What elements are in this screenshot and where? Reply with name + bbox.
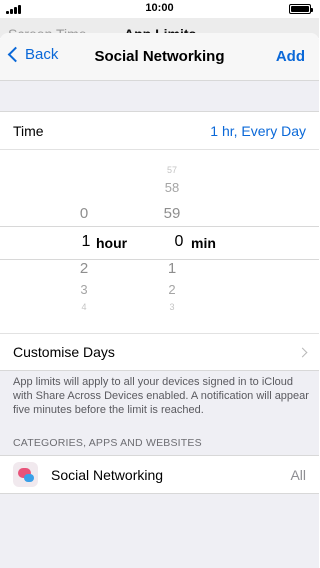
minute-option[interactable]: 1: [152, 260, 192, 277]
battery-icon: [289, 4, 313, 14]
minute-option[interactable]: 3: [152, 302, 192, 312]
categories-group: Social Networking All: [0, 455, 319, 494]
hour-option[interactable]: 2: [64, 260, 104, 277]
time-label: Time: [13, 122, 44, 139]
page-title: Social Networking: [94, 48, 225, 65]
customise-days-label: Customise Days: [13, 344, 115, 360]
minute-option[interactable]: 59: [152, 205, 192, 222]
customise-days-row[interactable]: Customise Days: [0, 333, 319, 370]
time-picker[interactable]: 0 1 hour 2 3 4 57 58 59 0 min 1 2 3: [0, 149, 319, 333]
category-row[interactable]: Social Networking All: [0, 456, 319, 493]
minute-option[interactable]: 2: [152, 282, 192, 297]
navigation-bar: Back Social Networking Add: [0, 33, 319, 81]
status-bar: 10:00: [0, 0, 319, 18]
add-button[interactable]: Add: [276, 48, 305, 65]
chevron-right-icon: [297, 347, 308, 357]
hour-option[interactable]: 4: [64, 302, 104, 312]
section-header: CATEGORIES, APPS AND WEBSITES: [13, 437, 202, 449]
hour-unit: hour: [96, 235, 128, 251]
minute-option[interactable]: 57: [152, 165, 192, 175]
footnote: App limits will apply to all your device…: [13, 376, 309, 416]
category-scope: All: [290, 466, 306, 483]
hour-option[interactable]: 0: [64, 205, 104, 222]
time-row[interactable]: Time 1 hr, Every Day: [0, 112, 319, 149]
time-value: 1 hr, Every Day: [210, 122, 306, 139]
time-settings-group: Time 1 hr, Every Day 0 1 hour 2 3 4 57 5…: [0, 111, 319, 371]
app-limit-sheet: Back Social Networking Add Time 1 hr, Ev…: [0, 33, 319, 568]
category-name: Social Networking: [51, 466, 164, 483]
minute-unit: min: [191, 235, 216, 251]
hour-option[interactable]: 3: [64, 282, 104, 297]
status-time: 10:00: [145, 2, 174, 14]
social-networking-icon: [13, 462, 38, 487]
minute-option[interactable]: 58: [152, 180, 192, 195]
